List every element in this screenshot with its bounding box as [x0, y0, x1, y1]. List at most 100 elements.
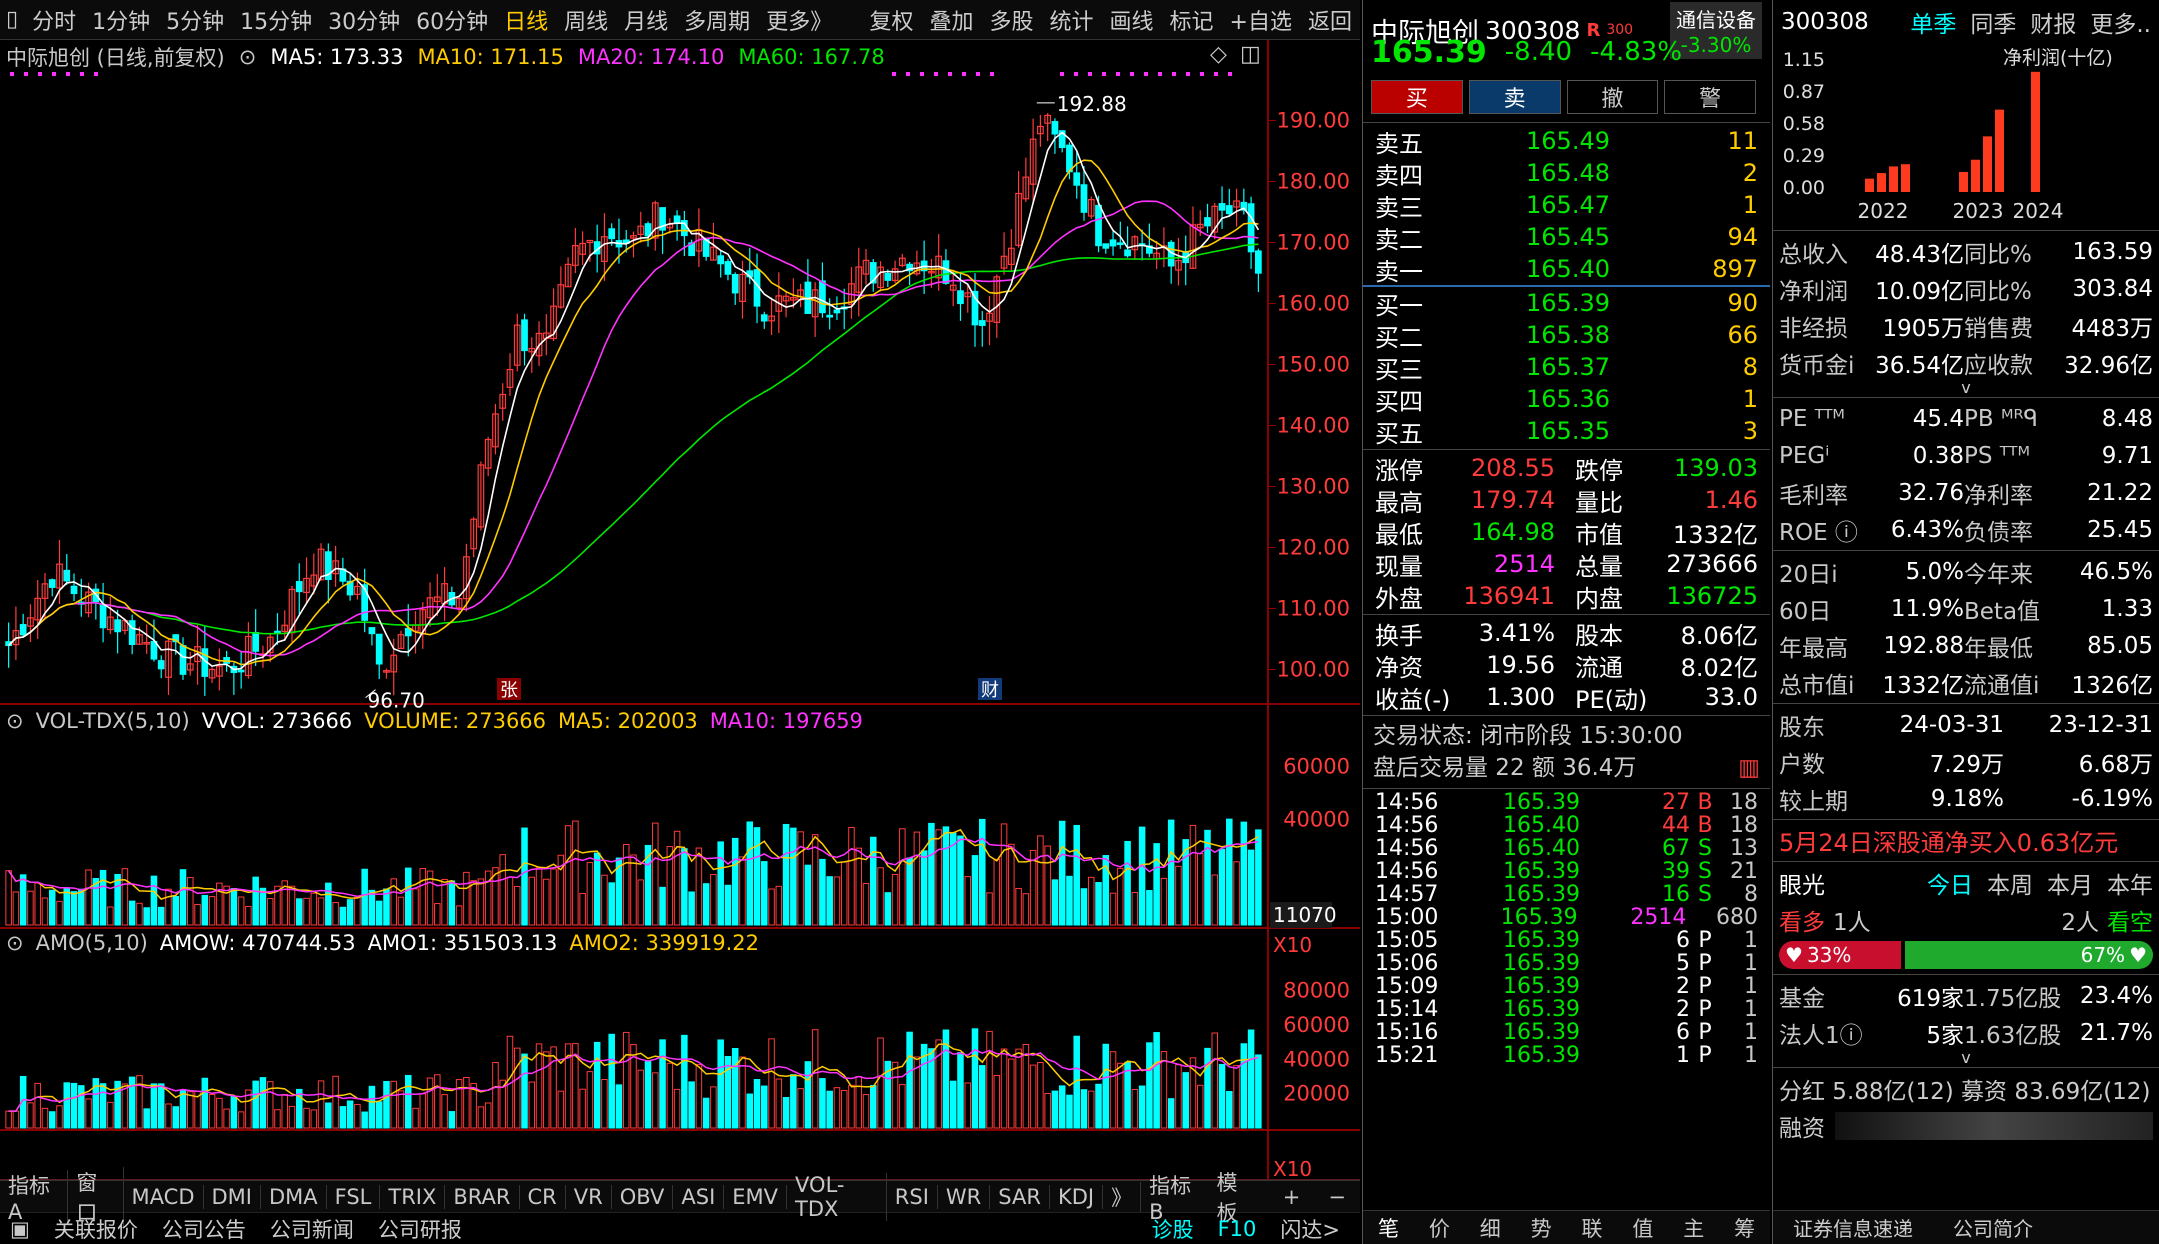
candle-body[interactable]	[274, 630, 281, 634]
candle-body[interactable]	[978, 320, 986, 326]
tab-more[interactable]: 更多..	[2090, 5, 2151, 39]
order-level[interactable]: 卖三 165.47 1	[1363, 189, 1770, 222]
candle-body[interactable]	[826, 314, 834, 318]
order-level[interactable]: 买五 165.35 3	[1363, 415, 1770, 448]
candle-body[interactable]	[128, 620, 136, 646]
period-tab-30min[interactable]: 30分钟	[320, 4, 408, 36]
diagnose-button[interactable]: 诊股	[1152, 1214, 1194, 1244]
candle-body[interactable]	[673, 215, 681, 224]
news-line[interactable]: 5月24日深股通净买入0.63亿元	[1773, 822, 2159, 859]
kline-chart-svg[interactable]: 190.00 180.00 170.00 160.00 150.00 140.00 130.…	[0, 40, 1360, 1180]
quote-tab[interactable]: 筹	[1719, 1213, 1770, 1243]
profit-bar[interactable]	[2031, 71, 2040, 192]
profit-bar[interactable]	[1983, 136, 1992, 192]
candle-body[interactable]	[179, 645, 187, 675]
expand-chevron-icon-2[interactable]: v	[1773, 1050, 2159, 1066]
bar-chart-icon[interactable]: ▥	[1738, 752, 1760, 784]
period-tab-more[interactable]: 更多》	[758, 4, 840, 36]
candle-body[interactable]	[63, 569, 71, 582]
order-level[interactable]: 买一 165.39 90	[1363, 287, 1770, 320]
candle-body[interactable]	[717, 255, 725, 265]
profit-bar[interactable]	[1971, 159, 1980, 192]
candle-body[interactable]	[1073, 172, 1081, 186]
order-level[interactable]: 买四 165.36 1	[1363, 383, 1770, 416]
tab-company-brief[interactable]: 公司简介	[1953, 1213, 2033, 1242]
bear-bar[interactable]: 67% ♥	[1905, 941, 2153, 969]
tab-year[interactable]: 本年	[2107, 866, 2153, 900]
quote-tab[interactable]: 值	[1617, 1213, 1668, 1243]
indicator-tab[interactable]: FSL	[327, 1184, 381, 1209]
indicator-tab[interactable]: RSI	[887, 1184, 938, 1209]
zoom-out-button[interactable]: −	[1314, 1185, 1360, 1209]
mark-button[interactable]: 标记	[1162, 4, 1222, 36]
candle-body[interactable]	[608, 228, 616, 240]
candle-body[interactable]	[1218, 203, 1226, 211]
quote-tab[interactable]: 细	[1465, 1213, 1516, 1243]
candle-body[interactable]	[19, 624, 27, 636]
tab-report[interactable]: 财报	[2030, 5, 2076, 39]
profit-bar[interactable]	[1889, 166, 1898, 192]
chart-area[interactable]: 190.00 180.00 170.00 160.00 150.00 140.00 130.…	[0, 40, 1360, 1190]
candle-body[interactable]	[1051, 121, 1059, 135]
cancel-order-button[interactable]: 撤	[1566, 80, 1659, 114]
quote-tab[interactable]: 笔	[1363, 1213, 1414, 1243]
period-tab-day[interactable]: 日线	[496, 4, 556, 36]
tab-month[interactable]: 本月	[2047, 866, 2093, 900]
indicator-tab[interactable]: EMV	[724, 1184, 788, 1209]
indicator-tab[interactable]: TRIX	[380, 1184, 446, 1209]
candle-body[interactable]	[1124, 249, 1131, 257]
collapse-icon[interactable]: ⊙	[6, 709, 24, 733]
sector-box[interactable]: 通信设备 -3.30%	[1670, 1, 1762, 59]
order-level[interactable]: 买二 165.38 66	[1363, 319, 1770, 352]
candle-body[interactable]	[295, 581, 303, 593]
back-button[interactable]: 返回	[1300, 4, 1360, 36]
indicator-tab[interactable]: KDJ	[1050, 1184, 1104, 1209]
indicator-tab[interactable]: MACD	[124, 1184, 204, 1209]
period-tab-1min[interactable]: 1分钟	[84, 4, 158, 36]
draw-line-button[interactable]: 画线	[1102, 4, 1162, 36]
indicator-tab[interactable]: OBV	[612, 1184, 674, 1209]
period-tab-month[interactable]: 月线	[616, 4, 676, 36]
link-news[interactable]: 公司新闻	[270, 1214, 354, 1244]
candle-body[interactable]	[1080, 184, 1088, 213]
candle-body[interactable]	[833, 309, 841, 314]
candle-body[interactable]	[819, 280, 826, 314]
tab-info-flash[interactable]: 证券信息速递	[1793, 1213, 1913, 1242]
net-profit-chart[interactable]: 1.15 0.87 0.58 0.29 0.00 净利润(十亿) 2022 2023 2024	[1773, 44, 2159, 224]
profit-bar[interactable]	[1865, 178, 1874, 192]
tab-today[interactable]: 今日	[1927, 866, 1973, 900]
profit-bar[interactable]	[1901, 164, 1910, 192]
candle-body[interactable]	[1102, 243, 1110, 249]
link-research[interactable]: 公司研报	[378, 1214, 462, 1244]
collapse-icon[interactable]: ⊙	[6, 931, 24, 955]
link-related-quotes[interactable]: 关联报价	[54, 1214, 138, 1244]
period-tab-multi[interactable]: 多周期	[676, 4, 758, 36]
indicator-tab[interactable]: SAR	[990, 1184, 1050, 1209]
candle-body[interactable]	[368, 627, 376, 635]
quote-tab[interactable]: 主	[1668, 1213, 1719, 1243]
quote-tab[interactable]: 势	[1516, 1213, 1567, 1243]
period-tab-fenshi[interactable]: 分时	[24, 4, 84, 36]
tab-quarter[interactable]: 单季	[1910, 5, 1956, 39]
candle-body[interactable]	[1255, 250, 1262, 274]
period-tab-week[interactable]: 周线	[556, 4, 616, 36]
bull-bar[interactable]: ♥ 33%	[1779, 941, 1901, 969]
flash-button[interactable]: 闪达>	[1280, 1214, 1340, 1244]
candle-body[interactable]	[1225, 205, 1233, 215]
candle-body[interactable]	[957, 290, 964, 305]
period-tab-15min[interactable]: 15分钟	[232, 4, 320, 36]
candle-body[interactable]	[942, 260, 950, 284]
tab-week[interactable]: 本周	[1987, 866, 2033, 900]
order-level[interactable]: 卖五 165.49 11	[1363, 125, 1770, 158]
quote-tab[interactable]: 联	[1567, 1213, 1618, 1243]
buy-button[interactable]: 买	[1371, 80, 1463, 114]
candle-body[interactable]	[375, 633, 383, 665]
candle-body[interactable]	[99, 604, 107, 629]
candle-body[interactable]	[252, 632, 260, 652]
multi-stock-button[interactable]: 多股	[981, 4, 1041, 36]
profit-bar[interactable]	[1995, 109, 2004, 192]
candle-body[interactable]	[1095, 204, 1102, 247]
candle-body[interactable]	[1066, 144, 1073, 173]
candle-body[interactable]	[48, 579, 56, 588]
candle-body[interactable]	[237, 669, 245, 673]
